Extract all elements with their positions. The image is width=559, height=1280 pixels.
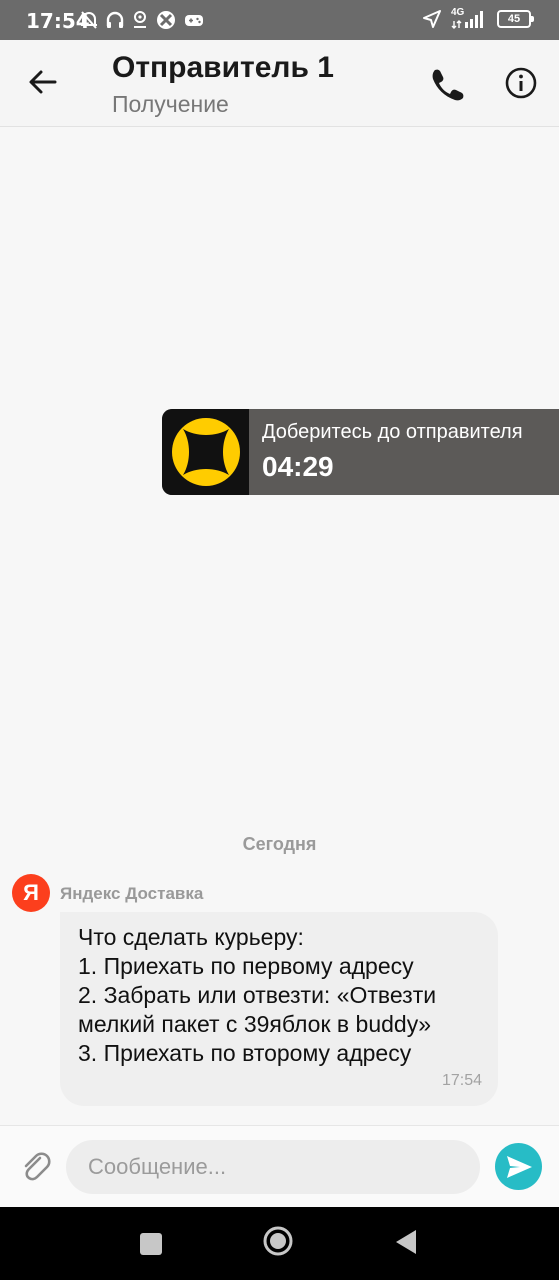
signal-group: 4G bbox=[451, 7, 487, 29]
date-separator: Сегодня bbox=[242, 834, 317, 854]
route-timer-card[interactable]: Доберитесь до отправителя 04:29 bbox=[162, 409, 559, 495]
back-triangle-icon[interactable] bbox=[394, 1228, 418, 1256]
attach-button[interactable] bbox=[18, 1149, 54, 1185]
battery-level: 45 bbox=[507, 13, 521, 25]
location-icon bbox=[134, 11, 146, 28]
phone-icon bbox=[432, 69, 464, 101]
nav-back-icon bbox=[396, 1230, 416, 1254]
system-nav-bar bbox=[0, 1207, 559, 1280]
mute-bell-icon bbox=[81, 11, 97, 29]
message-line: Что сделать курьеру: bbox=[78, 924, 304, 950]
page-subtitle: Получение bbox=[112, 91, 229, 117]
message-line: 3. Приехать по второму адресу bbox=[78, 1040, 412, 1066]
sender-name: Яндекс Доставка bbox=[60, 884, 204, 903]
headphones-icon bbox=[106, 11, 124, 28]
status-icons bbox=[80, 10, 204, 30]
timer-label: Доберитесь до отправителя bbox=[262, 421, 523, 443]
message-bubble: Что сделать курьеру: 1. Приехать по перв… bbox=[60, 912, 498, 1106]
message-composer bbox=[0, 1125, 559, 1208]
message-line: 1. Приехать по первому адресу bbox=[78, 953, 414, 979]
message-time: 17:54 bbox=[441, 1072, 482, 1089]
app-icon bbox=[157, 11, 175, 29]
signal-icon bbox=[451, 11, 483, 29]
avatar: Я bbox=[12, 874, 50, 912]
send-icon bbox=[507, 1156, 532, 1178]
info-icon bbox=[505, 67, 537, 99]
chat-header: Отправитель 1 Получение bbox=[0, 40, 559, 127]
yandex-go-logo-icon bbox=[172, 418, 240, 486]
call-button[interactable] bbox=[428, 66, 466, 102]
message-input[interactable] bbox=[66, 1140, 480, 1194]
recents-square-icon[interactable] bbox=[140, 1233, 162, 1255]
page-title: Отправитель 1 bbox=[112, 51, 334, 84]
status-right: 4G 45 bbox=[423, 7, 534, 29]
timer-logo bbox=[162, 409, 249, 495]
send-button[interactable] bbox=[495, 1143, 542, 1190]
back-arrow-icon bbox=[29, 70, 57, 94]
attach-paperclip-icon bbox=[24, 1152, 51, 1181]
status-bar: 17:54 4G 45 bbox=[0, 0, 559, 40]
navigation-arrow-icon bbox=[423, 10, 441, 28]
home-icon bbox=[263, 1226, 293, 1256]
back-button[interactable] bbox=[22, 64, 66, 100]
battery-icon: 45 bbox=[497, 10, 534, 28]
message-line: мелкий пакет с 39яблок в buddy» bbox=[78, 1011, 431, 1037]
message-line: 2. Забрать или отвезти: «Отвезти bbox=[78, 982, 437, 1008]
home-circle-icon[interactable] bbox=[263, 1226, 293, 1256]
info-button[interactable] bbox=[504, 66, 538, 100]
timer-value: 04:29 bbox=[262, 451, 334, 482]
gamepad-icon bbox=[185, 15, 203, 26]
